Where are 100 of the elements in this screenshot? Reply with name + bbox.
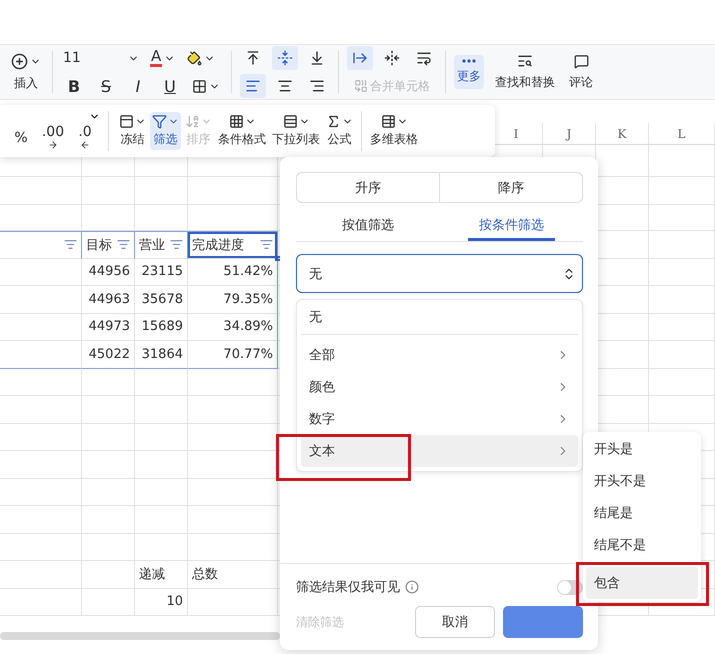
freeze-icon bbox=[119, 114, 134, 129]
condition-select[interactable]: 无 bbox=[296, 254, 583, 293]
merge-icon bbox=[354, 79, 368, 93]
sort-button[interactable]: 降序 bbox=[439, 173, 582, 202]
filter-tab[interactable]: 按值筛选 bbox=[324, 212, 412, 241]
table-cell: 34.89% bbox=[188, 314, 278, 341]
font-size-select[interactable]: 11 bbox=[61, 46, 141, 70]
bold-button[interactable]: B bbox=[61, 74, 87, 98]
table-cell bbox=[135, 478, 188, 506]
table-header-cell[interactable]: 完成进度 bbox=[188, 231, 278, 258]
scrollbar[interactable] bbox=[0, 632, 280, 640]
condition-option[interactable]: 无 bbox=[301, 300, 578, 335]
filter-icon[interactable] bbox=[64, 238, 77, 252]
comment-icon bbox=[574, 54, 588, 68]
table-cell bbox=[135, 451, 188, 478]
more-button[interactable]: 更多 bbox=[454, 55, 484, 89]
sigma-icon bbox=[326, 114, 341, 129]
table-cell bbox=[82, 451, 135, 478]
grid-icon bbox=[192, 78, 207, 94]
table-header-cell[interactable] bbox=[0, 231, 82, 258]
percent-button[interactable]: % bbox=[6, 124, 36, 152]
align-bottom-icon bbox=[309, 50, 325, 66]
table-cell bbox=[82, 478, 135, 506]
grid-icon bbox=[228, 114, 244, 129]
table-cell bbox=[82, 588, 135, 616]
table-header-cell[interactable]: 营业 bbox=[135, 231, 188, 258]
table-cell bbox=[649, 258, 715, 286]
submenu-item[interactable]: 结尾是 bbox=[586, 497, 698, 529]
list-icon bbox=[282, 114, 298, 129]
filter-icon[interactable] bbox=[117, 238, 130, 252]
strike-button[interactable]: S bbox=[93, 74, 119, 98]
align-button[interactable] bbox=[240, 74, 266, 98]
search-icon bbox=[517, 53, 533, 69]
table-icon bbox=[380, 114, 396, 129]
column-title: 目标 bbox=[86, 236, 112, 254]
freeze-button[interactable]: 冻结 bbox=[117, 112, 148, 150]
table-button[interactable]: 多维表格 bbox=[368, 112, 420, 150]
conditional-button[interactable]: 条件格式 bbox=[216, 112, 268, 150]
table-cell bbox=[82, 506, 135, 534]
font-color-button[interactable]: A bbox=[147, 46, 178, 70]
ellipsis-icon bbox=[462, 59, 476, 63]
table-cell: 15689 bbox=[135, 314, 188, 341]
table-cell: 23115 bbox=[135, 258, 188, 286]
condition-option[interactable]: 文本 bbox=[301, 435, 578, 467]
submenu-item[interactable]: 包含 bbox=[586, 567, 698, 599]
column-header[interactable]: K bbox=[596, 123, 649, 144]
column-header[interactable]: L bbox=[649, 123, 715, 144]
table-cell: 45022 bbox=[82, 341, 135, 368]
table-cell bbox=[649, 231, 715, 258]
comment-button[interactable]: 评论 bbox=[566, 50, 596, 94]
table-cell: 31864 bbox=[135, 341, 188, 368]
table-cell bbox=[649, 396, 715, 424]
table-cell: 35678 bbox=[135, 286, 188, 314]
align-top-icon bbox=[245, 50, 261, 66]
info-icon[interactable] bbox=[405, 580, 419, 594]
table-cell bbox=[82, 368, 135, 396]
table-cell: 10 bbox=[135, 588, 188, 616]
cancel-button[interactable]: 取消 bbox=[415, 606, 495, 638]
formula-button[interactable]: 公式 bbox=[324, 112, 355, 150]
table-cell: 79.35% bbox=[188, 286, 278, 314]
filter-icon[interactable] bbox=[170, 238, 183, 252]
table-header-cell[interactable]: 目标 bbox=[82, 231, 135, 258]
table-cell bbox=[649, 368, 715, 396]
table-cell bbox=[82, 177, 135, 205]
table-cell bbox=[135, 396, 188, 424]
table-cell bbox=[649, 205, 715, 231]
find-replace-button[interactable]: 查找和替换 bbox=[492, 49, 558, 95]
table-cell bbox=[135, 424, 188, 451]
filter-tab[interactable]: 按条件筛选 bbox=[468, 212, 555, 241]
table-cell bbox=[135, 368, 188, 396]
condition-option[interactable]: 全部 bbox=[301, 339, 578, 371]
italic-button[interactable]: I bbox=[125, 74, 151, 98]
table-cell bbox=[649, 177, 715, 205]
sort-button[interactable]: 升序 bbox=[297, 173, 439, 202]
cell-tool-button[interactable] bbox=[347, 46, 373, 70]
visibility-label: 筛选结果仅我可见 bbox=[296, 579, 400, 596]
submenu-item[interactable]: 结尾不是 bbox=[586, 529, 698, 561]
align-button[interactable] bbox=[272, 46, 298, 70]
column-header[interactable]: J bbox=[543, 123, 596, 144]
underline-button[interactable]: U bbox=[157, 74, 183, 98]
submenu-item[interactable]: 开头不是 bbox=[586, 465, 698, 497]
insert-button[interactable]: 插入 bbox=[8, 48, 44, 96]
arrow-from-line-icon bbox=[352, 50, 368, 66]
table-cell bbox=[82, 561, 135, 588]
table-cell: 44956 bbox=[82, 258, 135, 286]
wrap-text-icon bbox=[416, 50, 432, 66]
filter-icon[interactable] bbox=[260, 238, 273, 252]
filter-button[interactable]: 筛选 bbox=[150, 112, 181, 150]
filter-icon bbox=[152, 114, 167, 129]
submenu-item[interactable]: 开头是 bbox=[586, 433, 698, 465]
table-cell: 44963 bbox=[82, 286, 135, 314]
condition-option[interactable]: 数字 bbox=[301, 403, 578, 435]
table-cell: 70.77% bbox=[188, 341, 278, 368]
column-title: 营业 bbox=[139, 236, 165, 254]
fit-width-icon bbox=[384, 50, 400, 66]
table-cell bbox=[82, 534, 135, 561]
dropdown-button[interactable]: 下拉列表 bbox=[270, 112, 322, 150]
table-cell bbox=[135, 177, 188, 205]
condition-option[interactable]: 颜色 bbox=[301, 371, 578, 403]
plus-icon bbox=[11, 52, 28, 70]
